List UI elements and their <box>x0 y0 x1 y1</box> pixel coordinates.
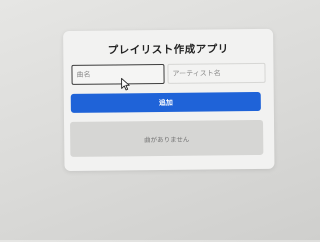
playlist-app-card: プレイリスト作成アプリ 追加 曲がありません <box>63 28 275 172</box>
add-button[interactable]: 追加 <box>70 91 261 113</box>
artist-name-input[interactable] <box>167 62 266 84</box>
app-title: プレイリスト作成アプリ <box>107 43 229 57</box>
empty-playlist-message: 曲がありません <box>144 135 190 144</box>
playlist-empty-state: 曲がありません <box>70 119 264 157</box>
mouse-pointer-icon <box>121 77 130 91</box>
song-name-input[interactable] <box>71 63 165 85</box>
screen: プレイリスト作成アプリ 追加 曲がありません <box>0 0 320 242</box>
